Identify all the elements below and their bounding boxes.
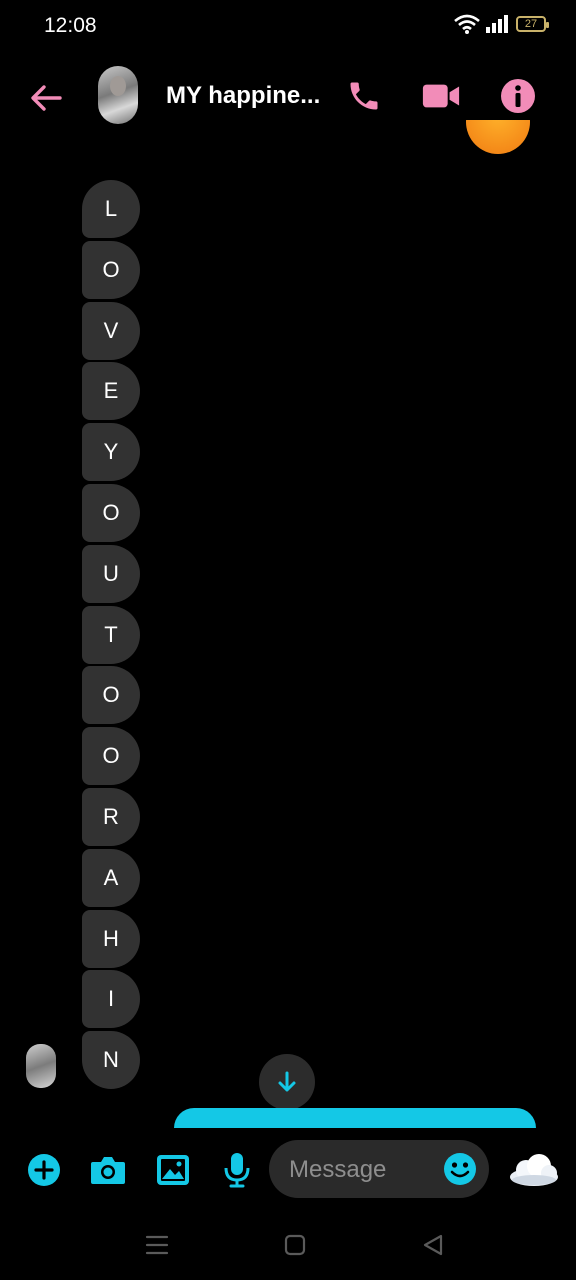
camera-icon xyxy=(91,1157,125,1184)
battery-level: 27 xyxy=(524,17,538,30)
image-icon xyxy=(157,1155,189,1185)
camera-button[interactable] xyxy=(88,1150,128,1190)
phone-icon xyxy=(350,82,378,110)
menu-icon xyxy=(145,1235,169,1255)
status-time: 12:08 xyxy=(44,14,97,37)
sender-avatar xyxy=(26,1044,56,1088)
more-actions-button[interactable] xyxy=(24,1150,64,1190)
home-button[interactable] xyxy=(280,1230,310,1260)
message-bubble[interactable]: U xyxy=(82,544,140,603)
message-input[interactable] xyxy=(287,1140,441,1200)
scroll-to-bottom-button[interactable] xyxy=(259,1054,315,1110)
back-icon xyxy=(423,1234,443,1256)
back-arrow-icon xyxy=(31,85,62,111)
conversation-info-button[interactable] xyxy=(498,76,538,116)
status-icons: 27 xyxy=(454,14,549,34)
microphone-icon xyxy=(224,1153,250,1188)
voice-message-button[interactable] xyxy=(217,1150,257,1190)
system-nav-bar xyxy=(0,1208,576,1280)
voice-call-button[interactable] xyxy=(344,76,384,116)
message-bubble[interactable]: O xyxy=(82,483,140,542)
video-camera-icon xyxy=(422,84,460,108)
message-group-received: LOVEYOUTOORAHIN xyxy=(82,180,142,1092)
message-bubble[interactable]: A xyxy=(82,848,140,907)
video-call-button[interactable] xyxy=(421,76,461,116)
wifi-icon xyxy=(454,14,480,34)
message-composer xyxy=(0,1128,576,1208)
message-bubble[interactable]: H xyxy=(82,909,140,968)
status-bar: 12:08 27 xyxy=(0,0,576,52)
message-bubble[interactable]: N xyxy=(82,1031,140,1090)
battery-icon: 27 xyxy=(516,16,549,32)
contact-name[interactable]: MY happine... xyxy=(166,82,320,110)
sent-message-bubble xyxy=(174,1108,536,1128)
sent-emoji-message xyxy=(466,120,530,156)
message-bubble[interactable]: O xyxy=(82,666,140,725)
contact-avatar[interactable] xyxy=(98,66,138,124)
info-icon xyxy=(501,79,535,113)
gallery-button[interactable] xyxy=(153,1150,193,1190)
emoji-icon[interactable] xyxy=(443,1152,477,1186)
message-bubble[interactable]: Y xyxy=(82,423,140,482)
reaction-button[interactable] xyxy=(508,1150,560,1190)
message-bubble[interactable]: E xyxy=(82,362,140,421)
message-input-container[interactable] xyxy=(269,1140,489,1200)
cloud-icon xyxy=(510,1154,558,1186)
message-bubble[interactable]: T xyxy=(82,605,140,664)
message-bubble[interactable]: I xyxy=(82,970,140,1029)
message-bubble[interactable]: O xyxy=(82,240,140,299)
system-back-button[interactable] xyxy=(418,1230,448,1260)
signal-icon xyxy=(486,15,508,33)
message-bubble[interactable]: O xyxy=(82,727,140,786)
arrow-down-icon xyxy=(278,1071,296,1092)
message-bubble[interactable]: R xyxy=(82,787,140,846)
plus-icon xyxy=(28,1154,60,1186)
back-button[interactable] xyxy=(26,78,66,118)
message-bubble[interactable]: L xyxy=(82,180,140,238)
recents-button[interactable] xyxy=(142,1230,172,1260)
message-bubble[interactable]: V xyxy=(82,301,140,360)
home-icon xyxy=(284,1234,306,1256)
